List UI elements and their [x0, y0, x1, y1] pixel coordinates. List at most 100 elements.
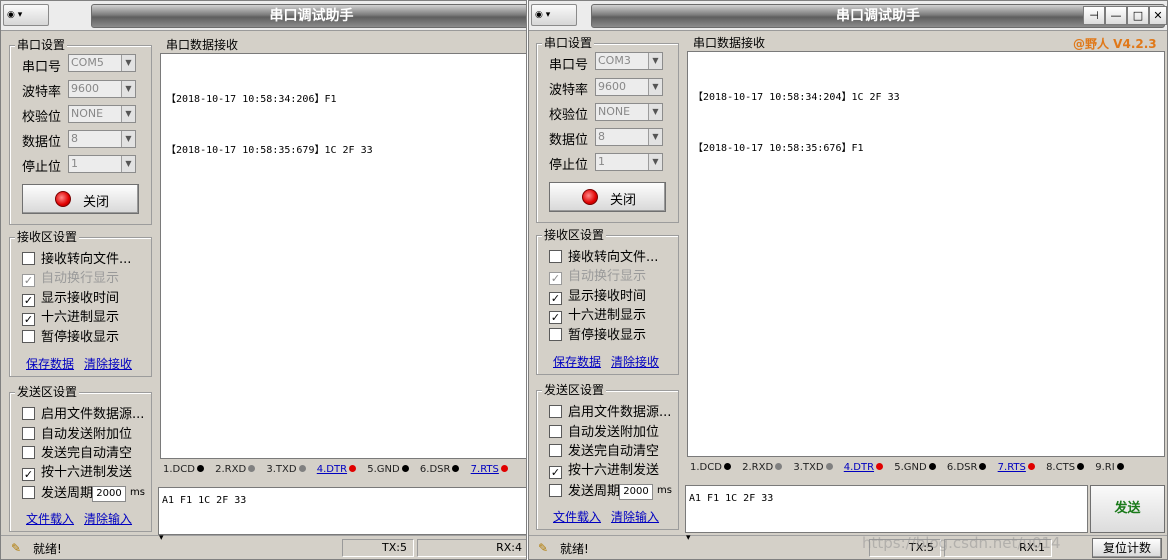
databits-select[interactable]: 8 ▼	[68, 130, 136, 148]
signal-dot-icon	[349, 465, 357, 472]
checkbox-checked[interactable]: ✓	[549, 292, 562, 305]
option-label: 接收转向文件...	[41, 252, 132, 267]
checkbox-checked[interactable]: ✓	[549, 311, 562, 324]
checkbox[interactable]	[22, 330, 35, 343]
window-menu-icon[interactable]: ◉ ▾	[3, 4, 49, 26]
baud-value: 9600	[598, 80, 626, 93]
signal-dot-icon	[979, 463, 987, 470]
auto-clear-option[interactable]: 发送完自动清空	[22, 446, 132, 462]
baud-select[interactable]: 9600 ▼	[68, 80, 136, 98]
signal-label: 1.DCD	[690, 462, 722, 473]
hex-display-option[interactable]: ✓ 十六进制显示	[22, 310, 119, 326]
close-port-button[interactable]: 关闭	[22, 184, 139, 214]
right-titlebar: ◉ ▾ 串口调试助手 ⊣ — □ ✕	[529, 1, 1167, 31]
receive-to-file-option[interactable]: 接收转向文件...	[22, 252, 131, 268]
receive-to-file-option[interactable]: 接收转向文件...	[549, 250, 658, 266]
watermark: https://blog.csdn.net/u014	[862, 534, 1061, 552]
resize-arrow-icon: ▾	[159, 533, 164, 543]
minimize-icon[interactable]: —	[1105, 6, 1127, 25]
clear-receive-link[interactable]: 清除接收	[611, 353, 659, 370]
send-input[interactable]: A1 F1 1C 2F 33	[158, 487, 526, 535]
signal-dsr: 6.DSR	[420, 462, 460, 478]
save-data-link[interactable]: 保存数据	[26, 355, 74, 372]
auto-clear-option[interactable]: 发送完自动清空	[549, 444, 659, 460]
signal-label: 2.RXD	[742, 462, 774, 473]
signal-rts[interactable]: 7.RTS	[471, 462, 508, 478]
show-time-option[interactable]: ✓ 显示接收时间	[22, 291, 119, 307]
hex-send-option[interactable]: ✓ 按十六进制发送	[22, 465, 132, 481]
checkbox[interactable]	[22, 252, 35, 265]
load-file-link[interactable]: 文件载入	[26, 510, 74, 527]
checkbox[interactable]	[549, 405, 562, 418]
signal-rts[interactable]: 7.RTS	[998, 460, 1035, 476]
parity-value: NONE	[598, 105, 631, 118]
checkbox[interactable]	[22, 446, 35, 459]
rx-counter: RX:4	[417, 539, 526, 557]
signal-dot-icon	[825, 463, 833, 470]
auto-wrap-option: ✓ 自动换行显示	[22, 271, 119, 287]
left-window-title: 串口调试助手	[91, 4, 526, 28]
stopbits-select[interactable]: 1 ▼	[68, 155, 136, 173]
chevron-down-icon: ▼	[121, 156, 135, 172]
chevron-down-icon: ▼	[121, 131, 135, 147]
close-port-button[interactable]: 关闭	[549, 182, 666, 212]
hex-display-option[interactable]: ✓ 十六进制显示	[549, 308, 646, 324]
signal-dtr[interactable]: 4.DTR	[843, 460, 884, 476]
period-input[interactable]: 2000	[92, 486, 126, 502]
port-select[interactable]: COM5 ▼	[68, 54, 136, 72]
checkbox[interactable]	[549, 250, 562, 263]
window-menu-icon[interactable]: ◉ ▾	[531, 4, 577, 26]
clear-input-link[interactable]: 清除输入	[611, 508, 659, 525]
send-period-option[interactable]: 发送周期	[22, 486, 93, 502]
checkbox-checked[interactable]: ✓	[549, 466, 562, 479]
parity-select[interactable]: NONE ▼	[68, 105, 136, 123]
reset-count-button[interactable]: 复位计数	[1092, 538, 1162, 558]
load-file-link[interactable]: 文件载入	[553, 508, 601, 525]
checkbox[interactable]	[22, 407, 35, 420]
signal-dtr[interactable]: 4.DTR	[317, 462, 357, 478]
receive-panel[interactable]: 【2018-10-17 10:58:34:206】F1 【2018-10-17 …	[160, 53, 526, 459]
checkbox[interactable]	[549, 444, 562, 457]
port-select[interactable]: COM3 ▼	[595, 52, 663, 70]
port-settings-title: 串口设置	[15, 38, 68, 52]
clear-input-link[interactable]: 清除输入	[84, 510, 132, 527]
signal-label: 7.RTS	[997, 462, 1026, 473]
file-source-option[interactable]: 启用文件数据源...	[22, 407, 144, 423]
checkbox[interactable]	[22, 427, 35, 440]
save-data-link[interactable]: 保存数据	[553, 353, 601, 370]
file-source-option[interactable]: 启用文件数据源...	[549, 405, 671, 421]
clear-receive-link[interactable]: 清除接收	[84, 355, 132, 372]
signal-txd: 3.TXD	[266, 462, 306, 478]
baud-select[interactable]: 9600 ▼	[595, 78, 663, 96]
checkbox[interactable]	[549, 328, 562, 341]
signal-dcd: 1.DCD	[690, 460, 731, 476]
databits-select[interactable]: 8 ▼	[595, 128, 663, 146]
close-icon[interactable]: ✕	[1149, 6, 1167, 25]
checkbox-checked[interactable]: ✓	[22, 468, 35, 481]
send-period-option[interactable]: 发送周期	[549, 484, 620, 500]
period-input[interactable]: 2000	[619, 484, 653, 500]
checkbox-checked[interactable]: ✓	[22, 313, 35, 326]
checkbox[interactable]	[22, 486, 35, 499]
pause-display-option[interactable]: 暂停接收显示	[22, 330, 119, 346]
send-input[interactable]: A1 F1 1C 2F 33	[685, 485, 1088, 533]
append-bits-option[interactable]: 自动发送附加位	[549, 425, 659, 441]
hex-send-option[interactable]: ✓ 按十六进制发送	[549, 463, 659, 479]
signal-label: 9.RI	[1095, 462, 1115, 473]
parity-select[interactable]: NONE ▼	[595, 103, 663, 121]
receive-panel[interactable]: 【2018-10-17 10:58:34:204】1C 2F 33 【2018-…	[687, 51, 1165, 457]
maximize-icon[interactable]: □	[1127, 6, 1149, 25]
signal-label: 4.DTR	[843, 462, 875, 473]
pin-icon[interactable]: ⊣	[1083, 6, 1105, 25]
signal-dcd: 1.DCD	[163, 462, 204, 478]
checkbox-checked[interactable]: ✓	[22, 294, 35, 307]
show-time-option[interactable]: ✓ 显示接收时间	[549, 289, 646, 305]
checkbox[interactable]	[549, 425, 562, 438]
signal-dot-icon	[298, 465, 306, 472]
append-bits-option[interactable]: 自动发送附加位	[22, 427, 132, 443]
send-button[interactable]: 发送	[1090, 485, 1165, 533]
stopbits-label: 停止位	[22, 160, 62, 175]
pause-display-option[interactable]: 暂停接收显示	[549, 328, 646, 344]
checkbox[interactable]	[549, 484, 562, 497]
stopbits-select[interactable]: 1 ▼	[595, 153, 663, 171]
